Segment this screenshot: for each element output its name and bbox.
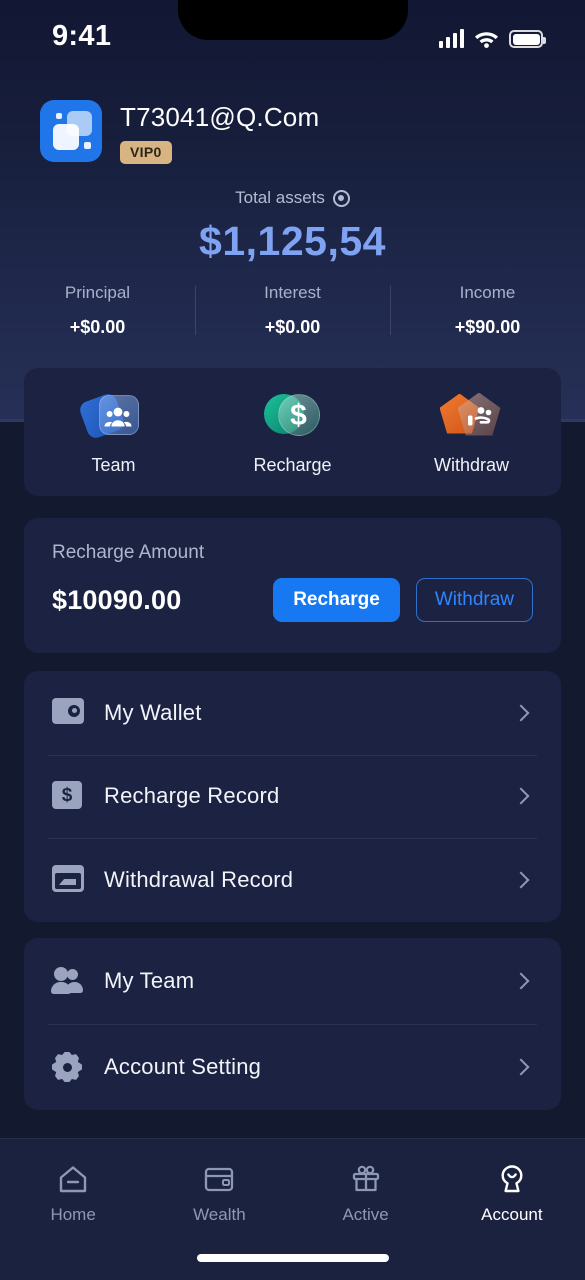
recharge-amount-label: Recharge Amount [52, 542, 205, 563]
stat-income: Income +$90.00 [390, 283, 585, 338]
vip-badge: VIP0 [120, 141, 172, 164]
tab-label: Active [342, 1205, 389, 1224]
total-assets-label: Total assets [235, 188, 325, 207]
assets-stats-row: Principal +$0.00 Interest +$0.00 Income … [0, 283, 585, 338]
cellular-signal-icon [438, 28, 464, 48]
tab-label: Home [50, 1205, 96, 1224]
withdrawal-card-icon [52, 864, 84, 895]
profile-info: T73041@Q.Com VIP0 [120, 100, 319, 164]
total-assets-section: Total assets $1,125,54 [0, 188, 585, 265]
menu-item-my-team[interactable]: My Team [24, 938, 561, 1024]
chevron-right-icon [512, 704, 530, 722]
withdraw-button[interactable]: Withdraw [415, 578, 533, 622]
gift-icon [293, 1161, 439, 1197]
team-people-icon [24, 389, 203, 443]
stat-label: Interest [264, 283, 321, 302]
stat-label: Income [459, 283, 516, 302]
wallet-icon [52, 697, 84, 728]
menu-item-withdrawal-record[interactable]: Withdrawal Record [24, 838, 561, 922]
chevron-right-icon [512, 871, 530, 889]
menu-group-records: My Wallet $ Recharge Record Withdrawal R… [24, 671, 561, 922]
status-bar: 9:41 [0, 0, 585, 62]
menu-item-my-wallet[interactable]: My Wallet [24, 671, 561, 755]
recharge-button[interactable]: Recharge [273, 578, 400, 622]
device-notch [178, 0, 408, 40]
stat-principal: Principal +$0.00 [0, 283, 195, 338]
status-time: 9:41 [52, 20, 112, 52]
tab-wealth[interactable]: Wealth [146, 1161, 292, 1225]
withdraw-hand-icon [382, 389, 561, 443]
quick-action-recharge[interactable]: $ Recharge [203, 389, 382, 476]
quick-action-withdraw[interactable]: Withdraw [382, 389, 561, 476]
avatar[interactable] [40, 100, 102, 162]
stat-interest: Interest +$0.00 [195, 283, 390, 338]
recharge-amount-row: $10090.00 Recharge Withdraw [52, 578, 533, 622]
wallet-icon [146, 1161, 292, 1197]
menu-group-account: My Team Account Setting [24, 938, 561, 1110]
quick-action-label: Withdraw [433, 454, 509, 475]
app-screen: 9:41 T73041@Q.Com VIP0 Total assets $1,1… [0, 0, 585, 1280]
eye-visibility-icon[interactable] [332, 189, 350, 207]
status-indicators [438, 24, 546, 48]
dollar-note-icon: $ [52, 781, 84, 811]
stat-value: +$90.00 [454, 317, 521, 337]
stat-value: +$0.00 [264, 317, 321, 337]
recharge-amount-value: $10090.00 [52, 584, 182, 615]
tab-label: Account [481, 1205, 543, 1224]
stat-value: +$0.00 [69, 317, 126, 337]
username-label: T73041@Q.Com [120, 102, 320, 132]
menu-item-label: My Team [104, 968, 195, 993]
tab-account[interactable]: Account [439, 1161, 585, 1225]
quick-action-label: Recharge [253, 454, 332, 475]
menu-item-recharge-record[interactable]: $ Recharge Record [24, 754, 561, 839]
menu-item-label: Recharge Record [104, 783, 280, 809]
people-group-icon [51, 966, 84, 996]
recharge-dollar-icon: $ [203, 389, 382, 443]
quick-actions-card: Team $ Recharge Withdraw [24, 368, 561, 496]
total-assets-value: $1,125,54 [199, 218, 386, 264]
chevron-right-icon [512, 972, 530, 990]
quick-action-team[interactable]: Team [24, 389, 203, 476]
quick-action-label: Team [91, 454, 136, 475]
wifi-icon [474, 29, 499, 48]
recharge-amount-card: Recharge Amount $10090.00 Recharge Withd… [24, 518, 561, 653]
stat-label: Principal [64, 283, 131, 302]
tab-label: Wealth [193, 1205, 246, 1224]
account-person-icon [439, 1161, 585, 1197]
menu-item-account-setting[interactable]: Account Setting [24, 1024, 561, 1110]
battery-full-icon [509, 30, 546, 48]
menu-item-label: Withdrawal Record [104, 866, 294, 892]
chevron-right-icon [512, 787, 530, 805]
home-icon [0, 1161, 146, 1197]
recharge-actions: Recharge Withdraw [273, 578, 533, 622]
tab-home[interactable]: Home [0, 1161, 146, 1225]
menu-item-label: Account Setting [104, 1054, 262, 1079]
home-indicator [196, 1254, 389, 1262]
menu-item-label: My Wallet [104, 699, 202, 725]
chevron-right-icon [512, 1058, 530, 1076]
total-assets-label-row[interactable]: Total assets [235, 188, 350, 208]
profile-header[interactable]: T73041@Q.Com VIP0 [40, 100, 319, 164]
gear-icon [52, 1052, 84, 1082]
tab-active[interactable]: Active [293, 1161, 439, 1225]
